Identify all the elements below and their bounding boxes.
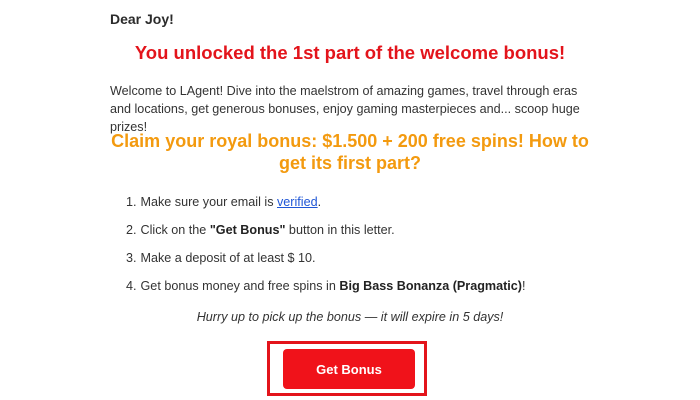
step-number: 2.	[126, 223, 137, 237]
expiry-notice: Hurry up to pick up the bonus — it will …	[196, 310, 504, 324]
greeting: Dear Joy!	[110, 11, 174, 27]
intro-paragraph: Welcome to LAgent! Dive into the maelstr…	[110, 84, 580, 134]
step-text: !	[522, 279, 526, 293]
step-1: 1. Make sure your email is verified.	[126, 194, 526, 222]
step-text: Make a deposit of at least $ 10.	[140, 251, 316, 265]
step-number: 4.	[126, 279, 137, 293]
step-bold-text: "Get Bonus"	[209, 223, 286, 237]
verified-link[interactable]: verified	[277, 195, 318, 209]
step-4: 4. Get bonus money and free spins in Big …	[126, 278, 526, 306]
steps-list: 1. Make sure your email is verified. 2. Cl…	[126, 194, 526, 306]
step-text: .	[317, 195, 322, 209]
step-2: 2. Click on the "Get Bonus" button in thi…	[126, 222, 526, 250]
step-text: button in this letter.	[285, 223, 395, 237]
step-text: Click on the	[140, 223, 210, 237]
step-number: 1.	[126, 195, 137, 209]
step-number: 3.	[126, 251, 137, 265]
step-text: Make sure your email is	[140, 195, 277, 209]
headline: You unlocked the 1st part of the welcome…	[134, 42, 566, 63]
step-bold-text: Big Bass Bonanza (Pragmatic)	[339, 279, 522, 293]
claim-title: Claim your royal bonus: $1.500 + 200 fre…	[111, 131, 589, 173]
step-3: 3. Make a deposit of at least $ 10.	[126, 250, 526, 278]
get-bonus-button[interactable]: Get Bonus	[283, 349, 415, 389]
step-text: Get bonus money and free spins in	[140, 279, 340, 293]
